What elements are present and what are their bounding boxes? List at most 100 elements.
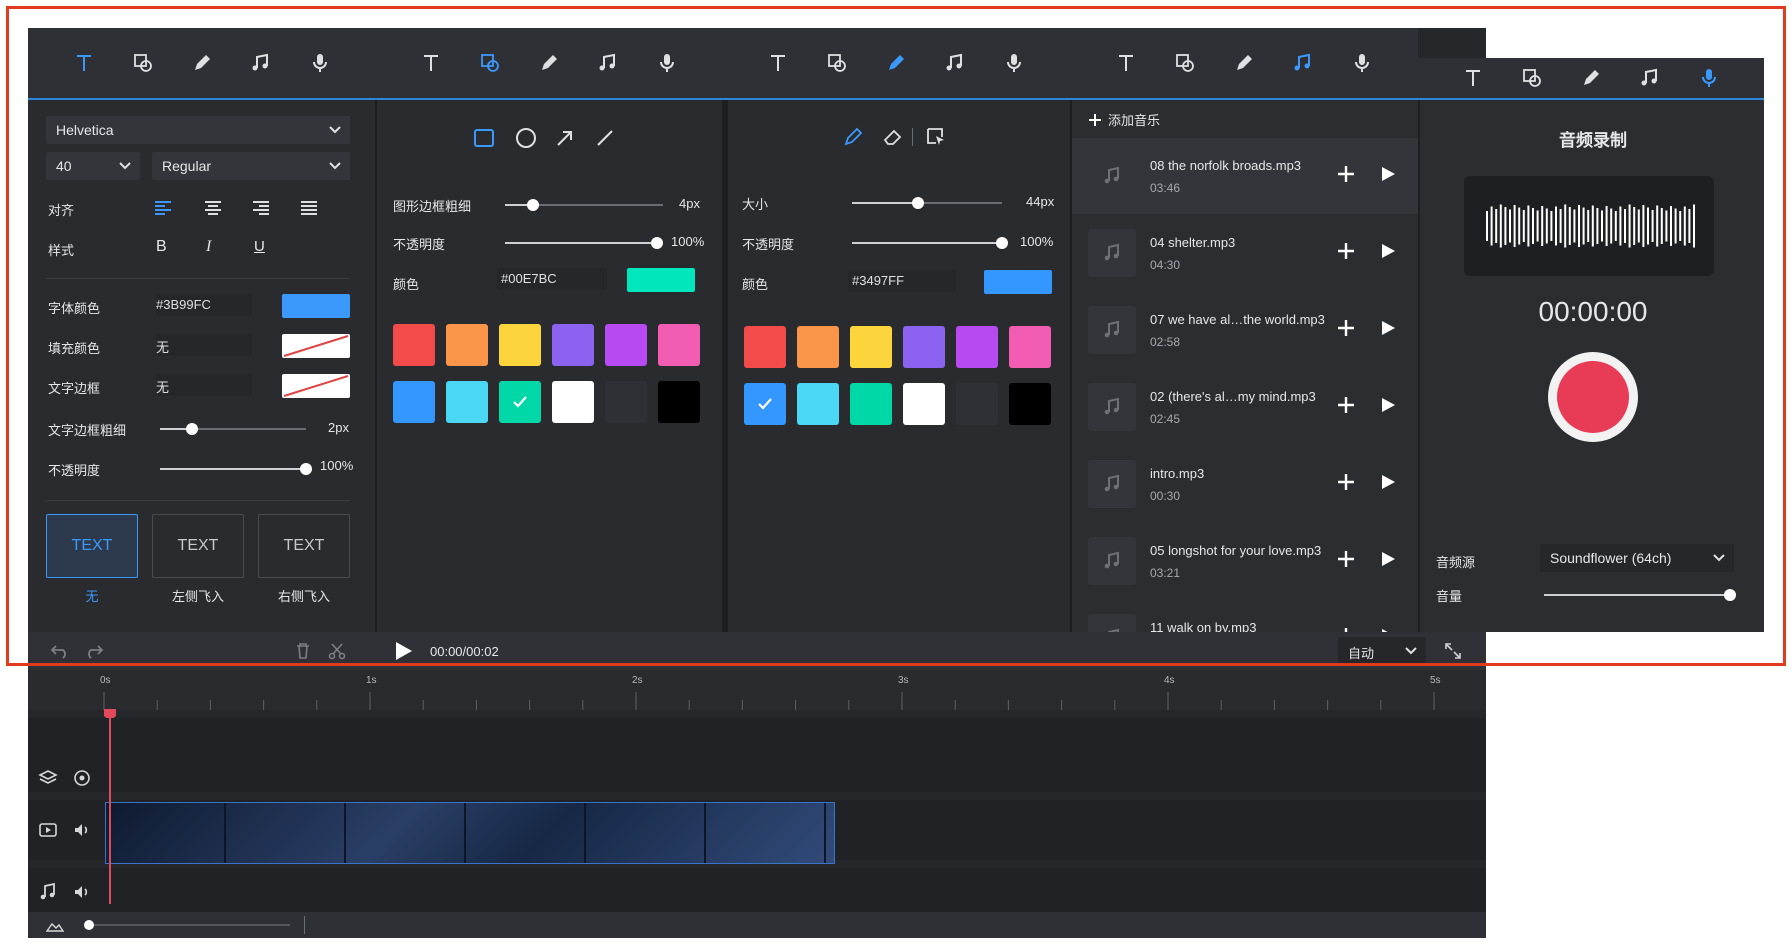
line-tool-icon[interactable]	[595, 128, 615, 148]
visibility-icon[interactable]	[72, 768, 92, 788]
color-swatch[interactable]	[744, 326, 786, 368]
pencil-icon[interactable]	[534, 48, 564, 78]
layers-icon[interactable]	[38, 768, 58, 788]
text-icon[interactable]	[416, 48, 446, 78]
volume-icon[interactable]	[72, 820, 92, 840]
select-cursor-icon[interactable]	[924, 125, 948, 149]
delete-icon[interactable]	[294, 642, 312, 660]
color-swatch[interactable]	[658, 381, 700, 423]
color-swatch[interactable]	[956, 383, 998, 425]
play-icon[interactable]	[1380, 551, 1396, 567]
text-icon[interactable]	[69, 48, 99, 78]
shape-icon[interactable]	[475, 48, 505, 78]
color-swatch[interactable]	[850, 326, 892, 368]
shape-icon[interactable]	[128, 48, 158, 78]
microphone-icon[interactable]	[999, 48, 1029, 78]
shape-icon[interactable]	[822, 48, 852, 78]
play-icon[interactable]	[1380, 320, 1396, 336]
color-swatch[interactable]	[446, 381, 488, 423]
color-swatch[interactable]	[903, 383, 945, 425]
color-swatch[interactable]	[393, 324, 435, 366]
music-icon[interactable]	[246, 48, 276, 78]
color-swatch[interactable]	[393, 381, 435, 423]
music-list-item[interactable]: 05 longshot for your love.mp3 03:21	[1072, 523, 1420, 599]
pencil-icon[interactable]	[881, 48, 911, 78]
circle-tool-icon[interactable]	[515, 127, 537, 149]
color-swatch[interactable]	[552, 324, 594, 366]
record-button[interactable]	[1548, 352, 1638, 442]
music-list-item[interactable]: intro.mp3 00:30	[1072, 446, 1420, 522]
color-swatch[interactable]	[744, 383, 786, 425]
align-left-icon[interactable]	[154, 200, 172, 216]
music-list-item[interactable]: 02 (there's al…my mind.mp3 02:45	[1072, 369, 1420, 445]
border-width-slider[interactable]	[160, 423, 306, 435]
music-icon[interactable]	[940, 48, 970, 78]
fit-screen-icon[interactable]	[1444, 642, 1462, 660]
shape-opacity-slider[interactable]	[505, 237, 663, 249]
slider-knob[interactable]	[84, 920, 94, 930]
color-swatch[interactable]	[499, 324, 541, 366]
slider-knob[interactable]	[912, 197, 924, 209]
italic-button[interactable]: I	[206, 238, 211, 256]
font-weight-select[interactable]: Regular	[152, 152, 350, 180]
color-swatch[interactable]	[499, 381, 541, 423]
video-clip[interactable]	[105, 802, 835, 864]
eraser-icon[interactable]	[882, 126, 904, 148]
fill-color-input[interactable]: 无	[156, 334, 252, 356]
pencil-icon[interactable]	[1576, 63, 1606, 93]
play-icon[interactable]	[1380, 397, 1396, 413]
add-icon[interactable]	[1336, 472, 1356, 492]
color-swatch[interactable]	[446, 324, 488, 366]
text-icon[interactable]	[763, 48, 793, 78]
color-swatch[interactable]	[605, 381, 647, 423]
microphone-icon[interactable]	[1347, 48, 1377, 78]
cut-icon[interactable]	[328, 642, 346, 660]
arrow-tool-icon[interactable]	[555, 128, 575, 148]
slider-knob[interactable]	[186, 423, 199, 435]
music-list-item[interactable]: 08 the norfolk broads.mp3 03:46	[1072, 138, 1420, 214]
add-music-button[interactable]: 添加音乐	[1088, 110, 1160, 129]
color-swatch[interactable]	[797, 326, 839, 368]
timeline-zoom-slider[interactable]	[84, 920, 290, 930]
color-swatch[interactable]	[658, 324, 700, 366]
play-icon[interactable]	[1380, 243, 1396, 259]
video-icon[interactable]	[38, 820, 58, 840]
color-swatch[interactable]	[552, 381, 594, 423]
shape-icon[interactable]	[1170, 48, 1200, 78]
color-swatch[interactable]	[903, 326, 945, 368]
volume-icon[interactable]	[72, 882, 92, 902]
music-list-item[interactable]: 04 shelter.mp3 04:30	[1072, 215, 1420, 291]
zoom-select[interactable]: 自动	[1338, 637, 1426, 665]
volume-slider[interactable]	[1544, 589, 1736, 601]
underline-button[interactable]: U	[254, 238, 265, 255]
shape-border-width-slider[interactable]	[505, 199, 663, 211]
align-center-icon[interactable]	[204, 200, 222, 216]
align-right-icon[interactable]	[252, 200, 270, 216]
font-size-select[interactable]: 40	[46, 152, 140, 180]
shape-color-input[interactable]: #00E7BC	[497, 268, 607, 290]
microphone-icon[interactable]	[652, 48, 682, 78]
slider-knob[interactable]	[996, 237, 1008, 249]
pen-tool-icon[interactable]	[842, 126, 864, 148]
pen-opacity-slider[interactable]	[852, 237, 1008, 249]
music-icon[interactable]	[593, 48, 623, 78]
opacity-slider[interactable]	[160, 463, 312, 475]
text-border-swatch[interactable]	[282, 374, 350, 398]
bold-button[interactable]: B	[156, 238, 167, 256]
color-swatch[interactable]	[956, 326, 998, 368]
rectangle-tool-icon[interactable]	[473, 128, 495, 148]
color-swatch[interactable]	[1009, 326, 1051, 368]
animation-none-card[interactable]: TEXT	[46, 514, 138, 578]
add-icon[interactable]	[1336, 318, 1356, 338]
font-family-select[interactable]: Helvetica	[46, 116, 350, 144]
slider-knob[interactable]	[651, 237, 663, 249]
color-swatch[interactable]	[850, 383, 892, 425]
pen-color-input[interactable]: #3497FF	[848, 270, 956, 292]
microphone-icon[interactable]	[305, 48, 335, 78]
pencil-icon[interactable]	[187, 48, 217, 78]
undo-icon[interactable]	[50, 643, 70, 659]
slider-knob[interactable]	[1724, 589, 1736, 601]
music-icon[interactable]	[1288, 48, 1318, 78]
audio-source-select[interactable]: Soundflower (64ch)	[1540, 544, 1734, 572]
animation-fly-left-card[interactable]: TEXT	[152, 514, 244, 578]
